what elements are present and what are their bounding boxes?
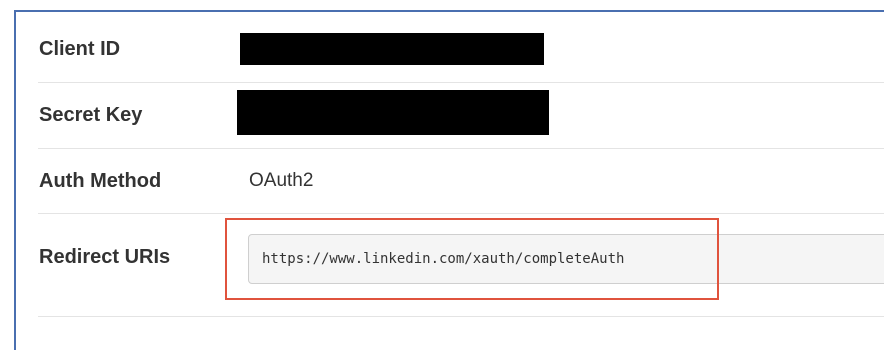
row-divider-auth-method (38, 213, 884, 214)
auth-method-value: OAuth2 (249, 170, 314, 191)
secret-key-label: Secret Key (39, 104, 143, 126)
row-divider-client-id (38, 82, 884, 83)
row-divider-secret-key (38, 148, 884, 149)
auth-method-label: Auth Method (39, 170, 162, 192)
row-divider-redirect-uris (38, 316, 884, 317)
secret-key-redacted-value (237, 90, 549, 135)
redirect-uris-label: Redirect URIs (39, 246, 171, 268)
client-id-label: Client ID (39, 38, 121, 60)
highlight-annotation-box (225, 218, 719, 300)
client-id-redacted-value (240, 33, 544, 65)
